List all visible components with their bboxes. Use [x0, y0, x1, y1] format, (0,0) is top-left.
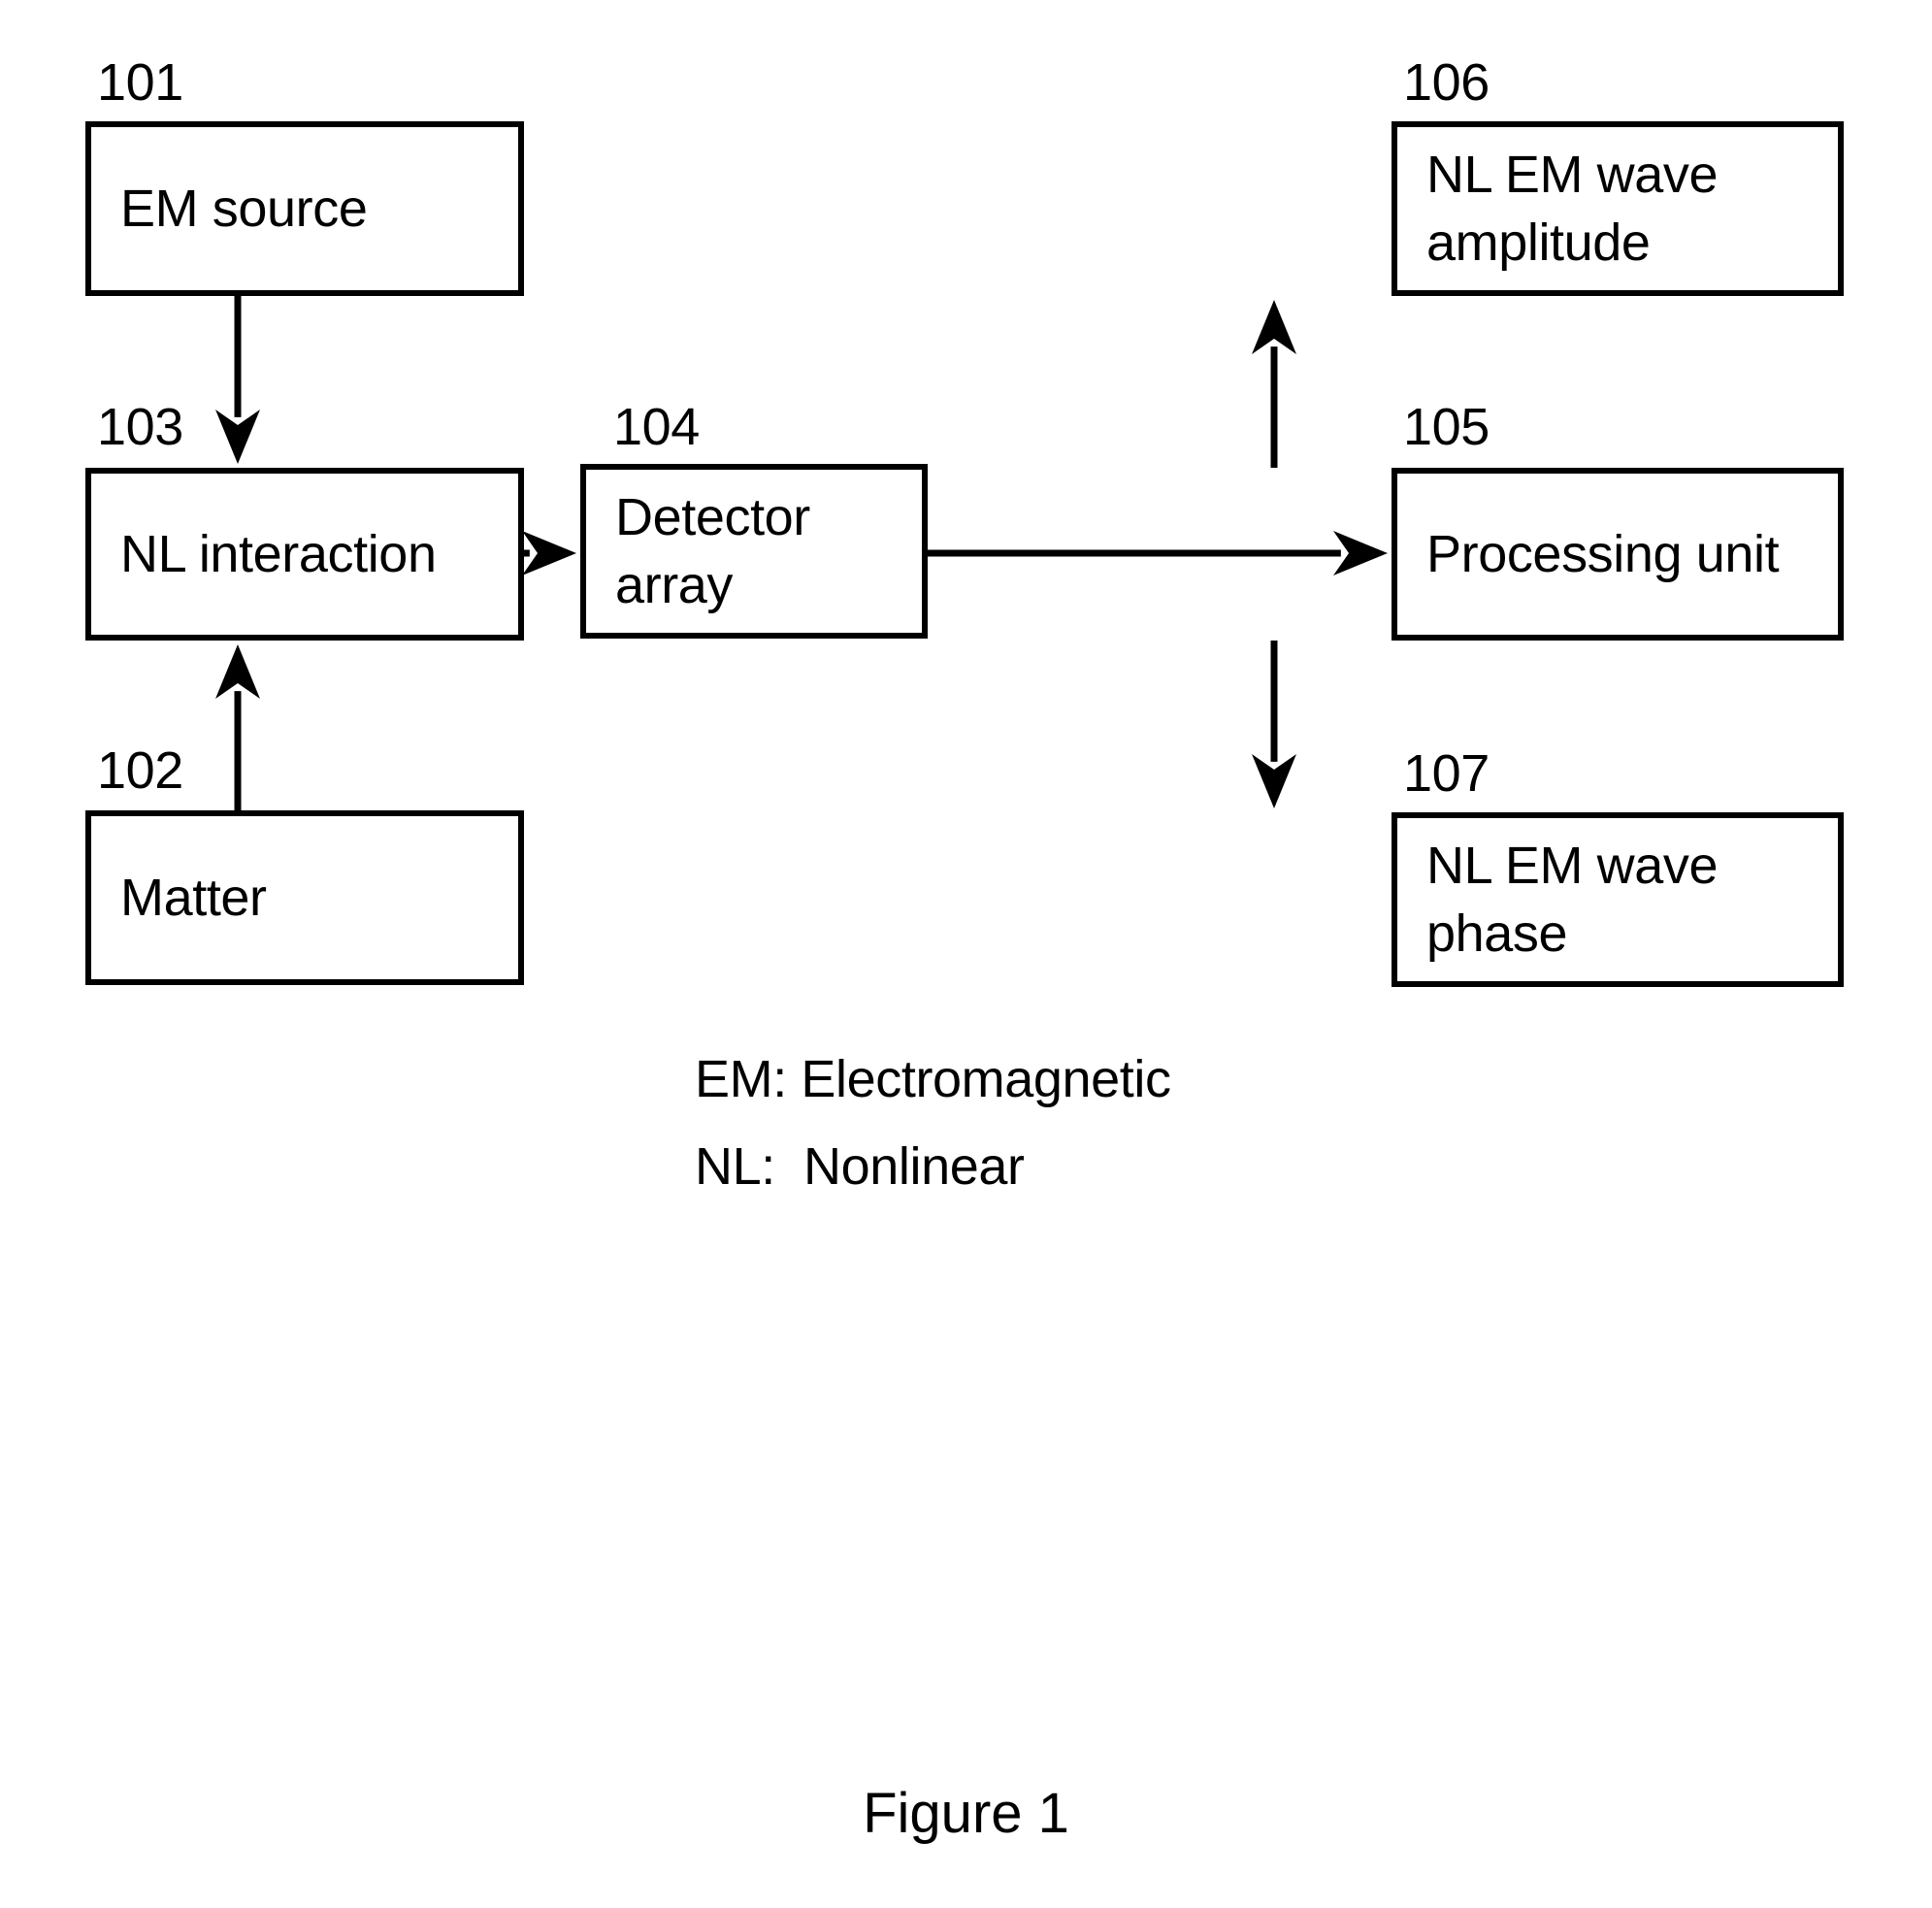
block-107: NL EM wave phase — [1392, 812, 1844, 987]
arrow-processing-to-amplitude — [1252, 300, 1296, 468]
reference-numeral-101: 101 — [97, 53, 183, 112]
block-103: NL interaction — [85, 468, 524, 641]
block-label-107: NL EM wave phase — [1426, 836, 1719, 963]
reference-numeral-105: 105 — [1403, 398, 1490, 456]
arrow-nl-interaction-to-detector — [522, 531, 576, 576]
arrow-em-source-to-nl-interaction — [215, 296, 260, 464]
block-101: EM source — [85, 121, 524, 296]
legend-line-2: NL: Nonlinear — [695, 1137, 1025, 1196]
reference-numeral-102: 102 — [97, 741, 183, 800]
block-104: Detector array — [580, 464, 928, 639]
legend-line-1: EM: Electromagnetic — [695, 1050, 1171, 1108]
block-label-105: Processing unit — [1426, 524, 1780, 583]
arrow-detector-to-processing — [928, 531, 1388, 576]
block-102: Matter — [85, 810, 524, 985]
reference-numeral-103: 103 — [97, 398, 183, 456]
block-label-103: NL interaction — [120, 524, 437, 583]
block-106: NL EM wave amplitude — [1392, 121, 1844, 296]
block-label-102: Matter — [120, 868, 267, 927]
block-label-101: EM source — [120, 179, 368, 238]
block-label-104: Detector array — [615, 487, 810, 614]
arrow-processing-to-phase — [1252, 641, 1296, 808]
reference-numeral-104: 104 — [613, 398, 700, 456]
figure-caption: Figure 1 — [863, 1782, 1069, 1845]
arrow-matter-to-nl-interaction — [215, 644, 260, 810]
block-label-106: NL EM wave amplitude — [1426, 145, 1719, 272]
reference-numeral-107: 107 — [1403, 744, 1490, 803]
reference-numeral-106: 106 — [1403, 53, 1490, 112]
figure-canvas: EM source NL interaction Matter Detector ar… — [0, 0, 1932, 1908]
block-105: Processing unit — [1392, 468, 1844, 641]
